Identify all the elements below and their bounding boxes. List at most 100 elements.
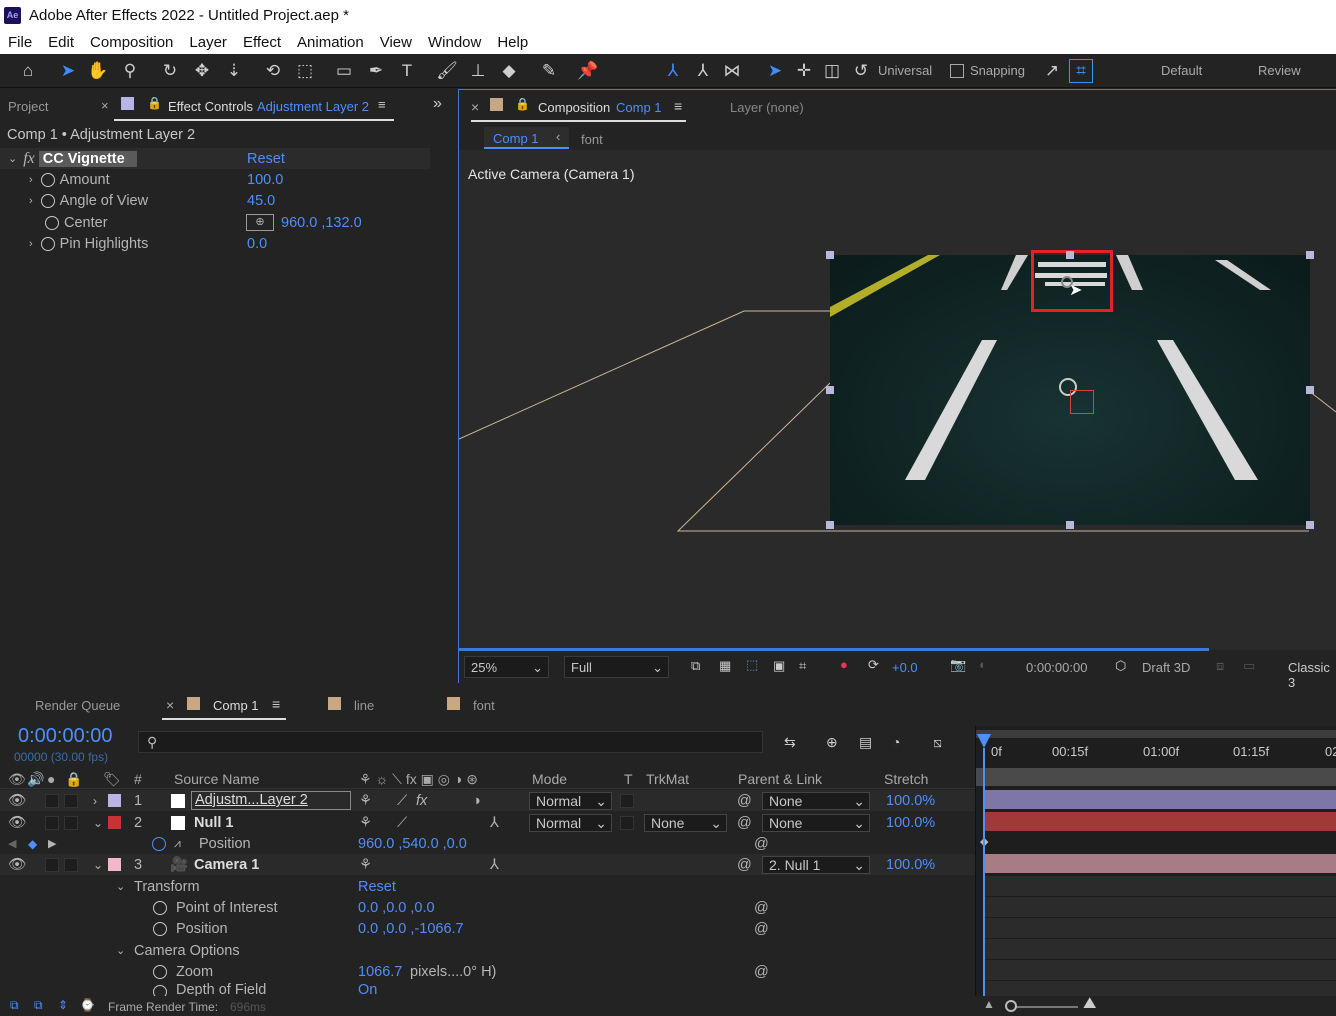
layer-row-1[interactable]: 👁 › 1 Adjustm...Layer 2 ⚘ ⟋ fx ◑ Normal ⌄… [0,790,975,811]
quality-switch-icon[interactable]: ⟋ [397,793,407,809]
home-icon[interactable]: ⌂ [16,59,40,83]
resolution-dropdown[interactable]: Full ⌄ [564,656,669,678]
parent-dropdown[interactable]: None ⌄ [762,813,870,832]
mode-dropdown[interactable]: Normal ⌄ [529,813,612,832]
effect-reset-button[interactable]: Reset [247,151,285,167]
fast-previews-icon[interactable]: ⧉ [691,658,700,674]
parent-dropdown[interactable]: 2. Null 1 ⌄ [762,855,870,874]
render-time-toggle-icon[interactable]: ⌚ [80,998,95,1012]
selection-handle[interactable] [826,521,834,529]
pickwhip-icon[interactable]: @ [754,836,769,852]
3d-layer-switch-icon[interactable]: ⅄ [490,815,499,831]
snapping-checkbox[interactable] [950,64,964,78]
axis-mode-label[interactable]: Universal [878,63,932,78]
eye-icon[interactable]: 👁 [8,814,26,831]
stopwatch-icon[interactable] [45,215,59,230]
property-value[interactable]: 0.0 ,0.0 ,-1066.7 [358,921,464,937]
universal-select-icon[interactable]: ➤ [763,59,787,83]
type-tool-icon[interactable]: T [395,59,419,83]
menu-view[interactable]: View [372,34,420,51]
tab-font[interactable]: font [473,698,495,713]
menu-effect[interactable]: Effect [235,34,289,51]
selection-handle[interactable] [1066,251,1074,259]
time-graph[interactable]: 0f 00:15f 01:00f 01:15f 02 ◆ [975,726,1336,996]
stretch-value[interactable]: 100.0% [886,793,935,809]
orbit-camera-icon[interactable]: ↻ [158,59,182,83]
property-value[interactable]: 1066.7 [358,964,402,980]
pickwhip-icon[interactable]: @ [737,815,752,831]
tab-line[interactable]: line [354,698,374,713]
chevron-right-icon[interactable]: › [29,174,33,186]
pickwhip-icon[interactable]: @ [754,964,769,980]
local-axis-icon[interactable]: ⅄ [661,59,685,83]
pickwhip-icon[interactable]: @ [737,793,752,809]
stopwatch-icon[interactable] [153,921,167,936]
layer-bar-null[interactable] [984,812,1336,831]
hand-tool-icon[interactable]: ✋ [86,59,110,83]
stopwatch-icon[interactable] [40,236,55,251]
previous-keyframe-icon[interactable]: ◀ [8,837,16,850]
stretch-value[interactable]: 100.0% [886,857,935,873]
menu-layer[interactable]: Layer [181,34,235,51]
property-value[interactable]: 45.0 [247,193,275,209]
puppet-pin-icon[interactable]: 📌 [576,59,600,83]
motion-blur-icon[interactable]: ◔ [892,734,900,750]
rectangle-tool-icon[interactable]: ▭ [332,59,356,83]
solo-toggle[interactable] [45,793,59,808]
3d-ground-icon[interactable]: ⧈ [1216,658,1224,674]
null-object-icon[interactable] [1070,390,1094,414]
in-out-toggle-icon[interactable]: ⇕ [58,998,68,1012]
color-channels-icon[interactable]: ● [840,657,848,672]
pickwhip-icon[interactable]: @ [737,857,752,873]
chevron-right-icon[interactable]: › [29,195,33,207]
selection-handle[interactable] [826,386,834,394]
transform-reset-button[interactable]: Reset [358,879,396,895]
property-value[interactable]: 0.0 [247,236,267,252]
zoom-out-icon[interactable]: ▲ [983,997,995,1011]
lock-icon[interactable]: 🔒 [147,96,162,110]
magnification-dropdown[interactable]: 25% ⌄ [464,656,549,678]
stopwatch-icon[interactable] [153,900,167,915]
snap-grid-icon[interactable]: ⌗ [1069,59,1093,83]
mask-visibility-icon[interactable]: ⬚ [746,657,758,673]
zoom-tool-icon[interactable]: ⚲ [118,59,142,83]
transfer-controls-toggle-icon[interactable]: ⧉ [34,998,43,1013]
work-area-bar[interactable] [976,730,1336,738]
stopwatch-icon[interactable] [40,193,55,208]
layer-name[interactable]: Adjustm...Layer 2 [191,791,351,810]
property-value[interactable]: 100.0 [247,172,283,188]
preserve-transparency-toggle[interactable] [620,793,634,808]
zoom-slider-track[interactable] [1008,1006,1078,1008]
keyframe-diamond-icon[interactable]: ◆ [28,837,37,851]
color-management-icon[interactable]: ⟳ [868,657,879,673]
effect-header-row[interactable]: ⌄ fx CC Vignette Reset [0,148,430,169]
snap-feature-icon[interactable]: ↗ [1040,59,1064,83]
transparency-grid-icon[interactable]: ▦ [719,658,731,674]
tab-effect-controls-layer[interactable]: Adjustment Layer 2 [257,99,369,114]
clone-stamp-icon[interactable]: ⊥ [466,59,490,83]
tab-composition-name[interactable]: Comp 1 [616,100,662,115]
composition-flowchart-icon[interactable]: ⇆ [784,734,796,751]
next-keyframe-icon[interactable]: ▶ [48,837,56,850]
brush-tool-icon[interactable]: 🖌 [435,59,459,83]
comp-nav-current-label[interactable]: Comp 1 [493,131,539,146]
menu-file[interactable]: File [0,34,40,51]
solo-toggle[interactable] [45,815,59,830]
close-tab-icon[interactable]: × [101,98,109,113]
close-tab-icon[interactable]: × [471,99,479,115]
tab-render-queue[interactable]: Render Queue [35,698,120,713]
solo-toggle[interactable] [45,857,59,872]
stopwatch-icon[interactable] [153,964,167,979]
view-layout-label[interactable]: Classic 3 [1288,660,1336,690]
layer-name[interactable]: Camera 1 [194,857,259,873]
selection-handle[interactable] [1306,521,1314,529]
search-input[interactable]: ⚲ [138,731,763,753]
property-value[interactable]: 0.0 ,0.0 ,0.0 [358,900,435,916]
lock-toggle[interactable] [64,793,78,808]
effect-name[interactable]: CC Vignette [38,150,137,167]
layer-bar-adjustment[interactable] [984,790,1336,809]
current-time-display[interactable]: 0:00:00:00 [18,725,113,748]
3d-layer-switch-icon[interactable]: ⅄ [490,857,499,873]
workspace-review[interactable]: Review [1258,63,1301,78]
view-axis-icon[interactable]: ⋈ [720,59,744,83]
